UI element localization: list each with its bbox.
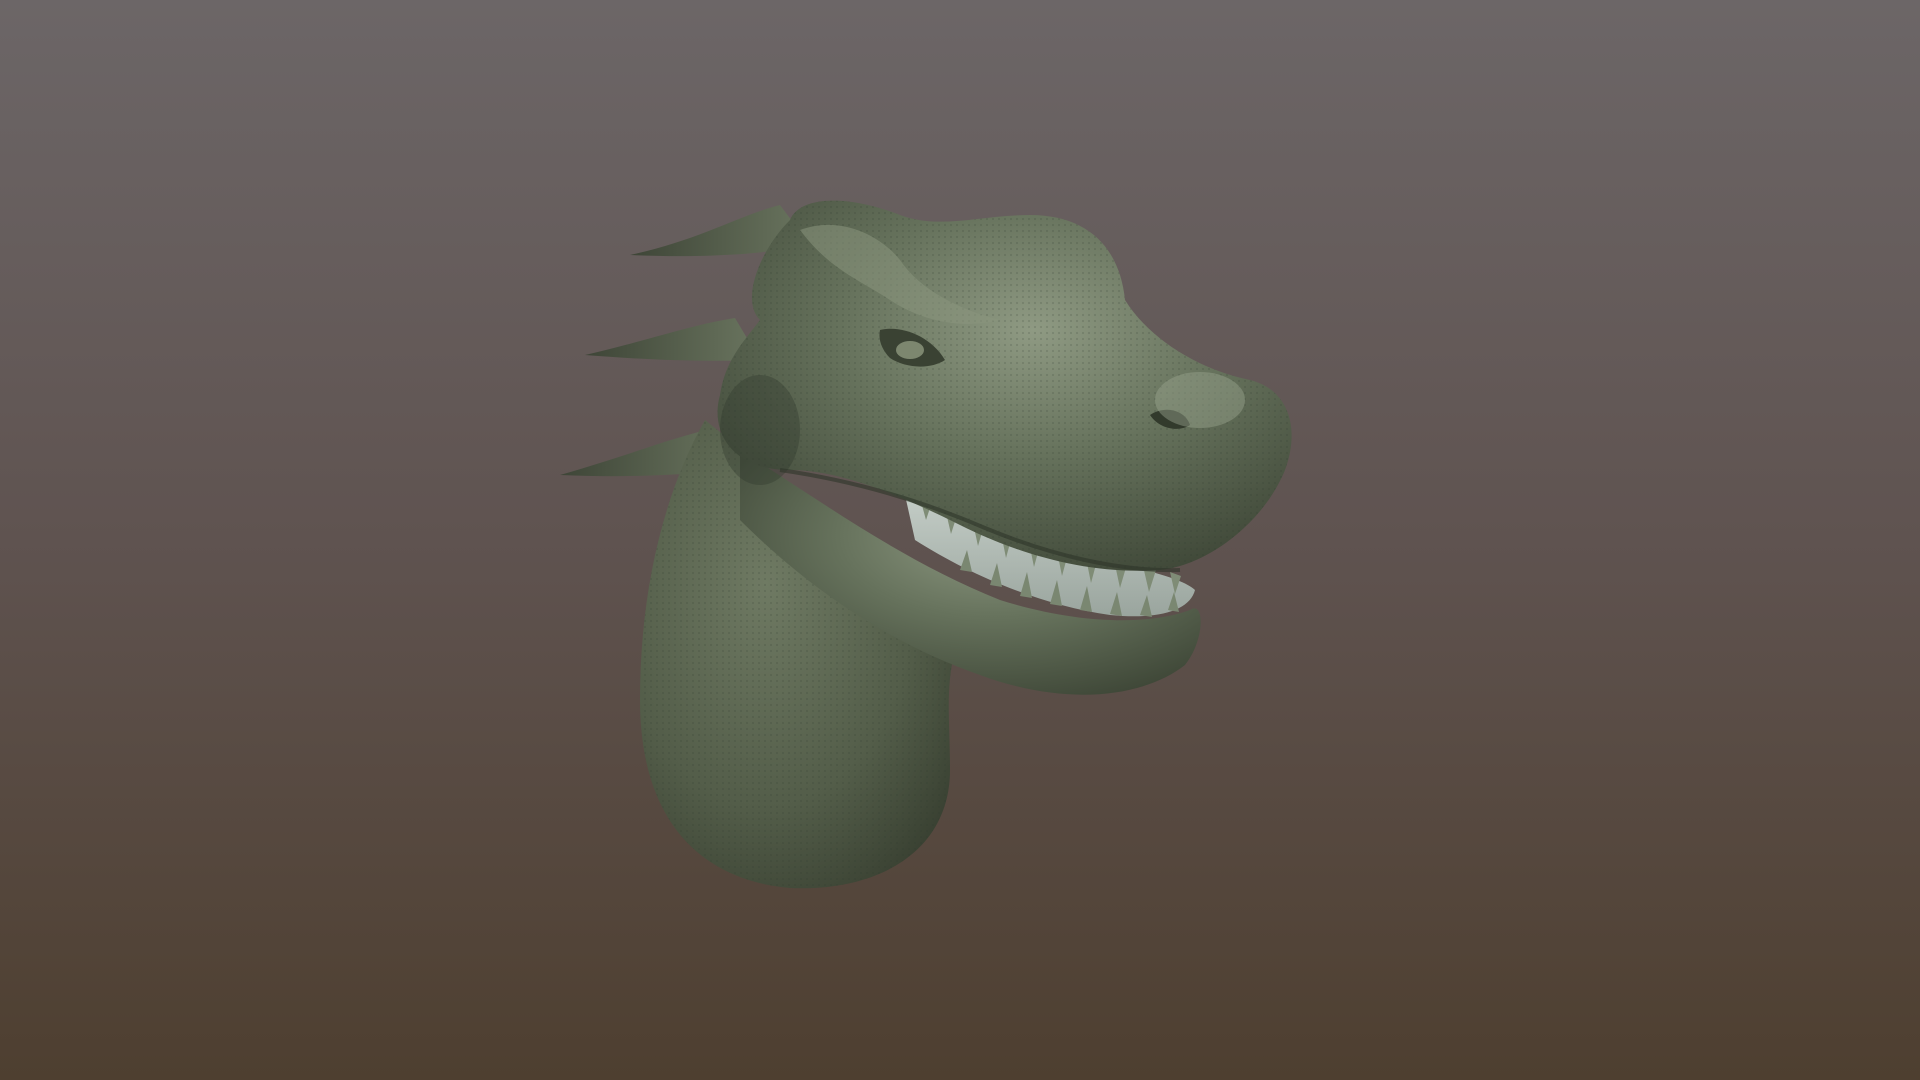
3d-viewport[interactable] [0,0,1920,1080]
eye [896,341,924,359]
snout-highlight [1155,372,1245,428]
scene-canvas[interactable] [0,0,1920,1080]
cheek-shadow [720,375,800,485]
